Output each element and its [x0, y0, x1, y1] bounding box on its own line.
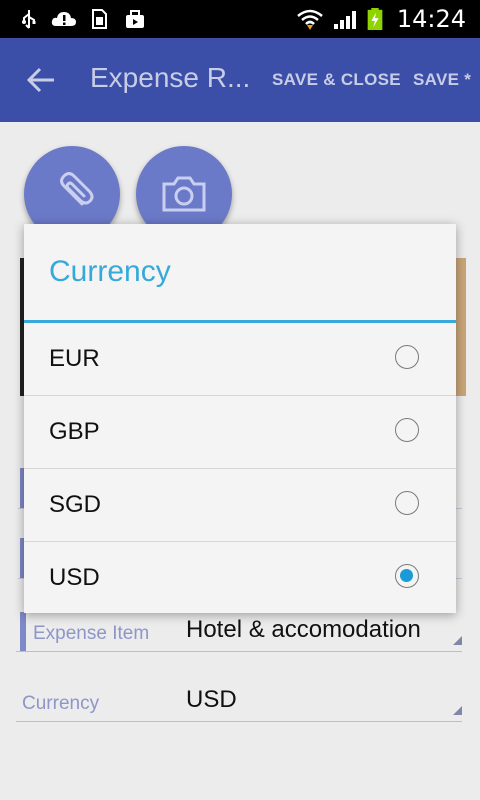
- currency-label: Currency: [22, 693, 100, 714]
- status-bar: 14:24: [0, 0, 480, 38]
- expense-item-value: Hotel & accomodation: [186, 616, 421, 643]
- option-label: SGD: [49, 491, 102, 518]
- option-label: USD: [49, 564, 100, 591]
- briefcase-icon: [126, 10, 144, 28]
- usb-icon: [22, 10, 36, 29]
- expense-item-field[interactable]: Expense Item Hotel & accomodation: [0, 608, 480, 652]
- currency-option-gbp[interactable]: GBP: [24, 396, 456, 469]
- action-bar: Expense R... SAVE & CLOSE SAVE *: [0, 38, 480, 122]
- photo-thumbnail-right: [456, 258, 466, 396]
- currency-option-sgd[interactable]: SGD: [24, 469, 456, 542]
- cloud-alert-icon: [51, 12, 76, 26]
- currency-value: USD: [186, 686, 237, 713]
- page-title: Expense R...: [90, 62, 251, 93]
- expense-item-label: Expense Item: [33, 623, 150, 644]
- currency-option-eur[interactable]: EUR: [24, 323, 456, 396]
- field-divider: [16, 651, 462, 652]
- option-label: EUR: [49, 345, 100, 372]
- radio-button-selected[interactable]: [395, 564, 419, 588]
- clock: 14:24: [396, 5, 466, 33]
- field-divider: [16, 721, 462, 722]
- radio-button[interactable]: [395, 345, 419, 369]
- currency-field[interactable]: Currency USD: [0, 678, 480, 722]
- currency-dialog: Currency EUR GBP SGD USD: [24, 224, 456, 613]
- battery-charging-icon: [367, 8, 383, 30]
- dropdown-caret-icon: [453, 636, 462, 645]
- paperclip-icon: [60, 172, 94, 206]
- sim-icon: [92, 9, 107, 29]
- radio-button[interactable]: [395, 491, 419, 515]
- save-and-close-button[interactable]: SAVE & CLOSE: [272, 70, 401, 90]
- dialog-title: Currency: [49, 255, 171, 288]
- wifi-icon: [297, 9, 323, 30]
- back-arrow-icon[interactable]: [26, 66, 56, 94]
- signal-icon: [334, 11, 356, 29]
- dropdown-caret-icon: [453, 706, 462, 715]
- radio-selected-dot: [400, 569, 413, 582]
- radio-button[interactable]: [395, 418, 419, 442]
- camera-icon: [162, 176, 206, 212]
- currency-option-usd[interactable]: USD: [24, 542, 456, 613]
- save-button[interactable]: SAVE *: [413, 70, 471, 90]
- option-label: GBP: [49, 418, 100, 445]
- field-accent-bar: [20, 612, 26, 652]
